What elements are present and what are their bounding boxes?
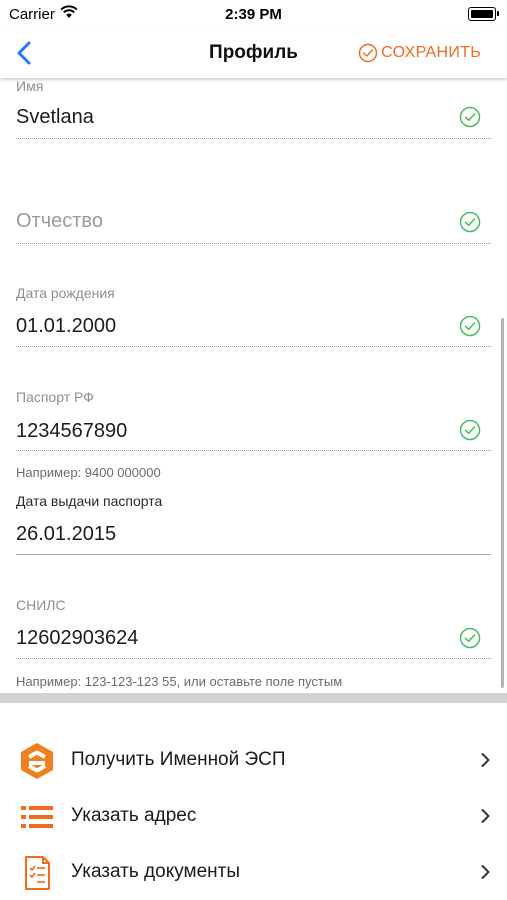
menu-item-get-esp[interactable]: Получить Именной ЭСП <box>0 732 507 788</box>
passport-value[interactable]: 1234567890 <box>16 420 127 443</box>
check-circle-icon <box>459 419 481 441</box>
snils-label: СНИЛС <box>16 597 66 613</box>
chevron-right-icon <box>481 865 490 879</box>
check-circle-icon <box>459 315 481 337</box>
passport-issue-date-label: Дата выдачи паспорта <box>16 493 163 509</box>
passport-issue-date-value[interactable]: 26.01.2015 <box>16 523 116 546</box>
snils-hint: Например: 123-123-123 55, или оставьте п… <box>16 674 343 689</box>
birth-date-field[interactable]: Дата рождения 01.01.2000 <box>16 285 491 349</box>
passport-issue-date-field[interactable]: Дата выдачи паспорта 26.01.2015 <box>16 493 491 557</box>
birth-date-label: Дата рождения <box>16 285 115 301</box>
field-divider <box>16 138 491 139</box>
check-circle-icon <box>459 211 481 233</box>
passport-hint: Например: 9400 000000 <box>16 465 161 480</box>
check-circle-icon <box>459 627 481 649</box>
menu-item-address[interactable]: Указать адрес <box>0 788 507 844</box>
scrollbar[interactable] <box>501 318 504 688</box>
field-divider <box>16 450 491 451</box>
field-divider <box>16 658 491 659</box>
profile-form: Имя Svetlana Отчество Дата рождения 01.0… <box>0 78 507 693</box>
save-label: СОХРАНИТЬ <box>381 44 481 61</box>
document-icon <box>25 856 50 890</box>
check-circle-icon <box>358 43 378 63</box>
save-button[interactable]: СОХРАНИТЬ <box>358 41 481 65</box>
patronymic-field[interactable]: Отчество <box>16 198 491 246</box>
status-bar: Carrier 2:39 PM <box>0 0 507 28</box>
birth-date-value[interactable]: 01.01.2000 <box>16 315 116 338</box>
passport-field[interactable]: Паспорт РФ 1234567890 Например: 9400 000… <box>16 389 491 485</box>
esp-logo-icon <box>21 743 53 779</box>
section-separator <box>0 693 507 703</box>
menu-item-label: Указать документы <box>71 861 240 882</box>
clock: 2:39 PM <box>225 6 282 23</box>
chevron-left-icon <box>17 41 31 65</box>
back-button[interactable] <box>8 36 42 70</box>
snils-field[interactable]: СНИЛС 12602903624 Например: 123-123-123 … <box>16 597 491 693</box>
name-field[interactable]: Имя Svetlana <box>16 78 491 140</box>
field-divider <box>16 243 491 244</box>
name-label: Имя <box>16 78 44 94</box>
battery-icon <box>468 7 499 21</box>
patronymic-placeholder[interactable]: Отчество <box>16 210 103 233</box>
menu-item-documents[interactable]: Указать документы <box>0 844 507 900</box>
chevron-right-icon <box>481 809 490 823</box>
field-divider <box>16 346 491 347</box>
chevron-right-icon <box>481 753 490 767</box>
passport-label: Паспорт РФ <box>16 389 94 405</box>
menu-item-label: Указать адрес <box>71 805 197 826</box>
field-underline <box>16 554 491 555</box>
navigation-bar: Профиль СОХРАНИТЬ <box>0 28 507 78</box>
name-value[interactable]: Svetlana <box>16 106 94 129</box>
snils-value[interactable]: 12602903624 <box>16 627 138 650</box>
list-icon <box>21 806 53 828</box>
check-circle-icon <box>459 106 481 128</box>
menu-item-label: Получить Именной ЭСП <box>71 749 286 770</box>
